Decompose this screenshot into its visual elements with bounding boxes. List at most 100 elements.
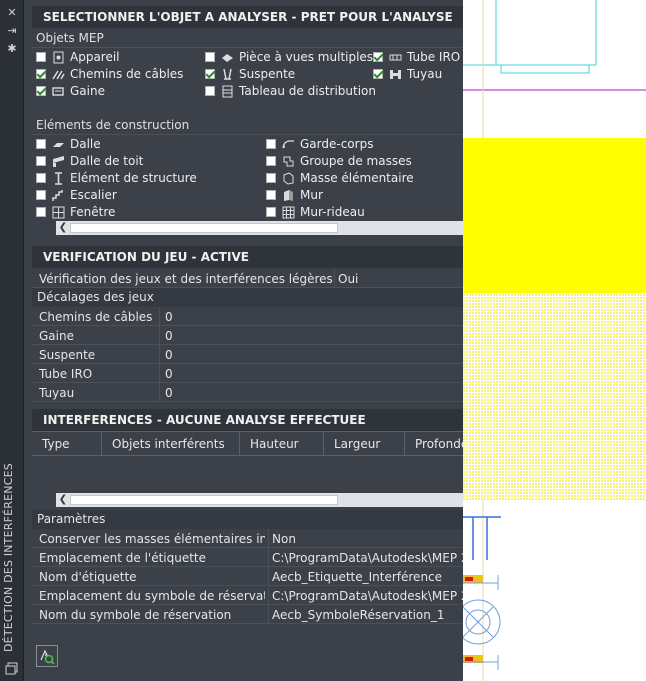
checkbox[interactable] xyxy=(36,207,46,217)
palette-titlebar[interactable]: ✕ ⇥ ✱ DÉTECTION DES INTERFÉRENCES xyxy=(0,0,24,681)
checkbox[interactable] xyxy=(266,173,276,183)
checkbox[interactable] xyxy=(266,207,276,217)
offset-row-suspente[interactable]: Suspente 0 xyxy=(32,345,463,364)
offset-row-chemins-de-cables[interactable]: Chemins de câbles 0 xyxy=(32,307,463,326)
checkbox-item-chemins-de-cables[interactable]: Chemins de câbles xyxy=(36,66,183,82)
offset-value[interactable]: 0 xyxy=(165,348,173,362)
parameter-row-2[interactable]: Emplacement de l'étiquette C:\ProgramData… xyxy=(32,548,463,567)
checkbox-item-fenetre[interactable]: Fenêtre xyxy=(36,204,115,220)
scroll-left-icon[interactable]: ❮ xyxy=(56,493,70,507)
scroll-thumb[interactable] xyxy=(70,495,338,505)
checkbox-item-tube-iro[interactable]: Tube IRO xyxy=(373,49,460,65)
checkbox-label: Fenêtre xyxy=(70,205,116,219)
parameter-label: Nom du symbole de réservation xyxy=(39,608,232,622)
checkbox[interactable] xyxy=(373,69,383,79)
scroll-thumb[interactable] xyxy=(70,223,338,233)
column-divider xyxy=(334,269,335,288)
checkbox[interactable] xyxy=(36,69,46,79)
checkbox-item-tuyau[interactable]: Tuyau xyxy=(373,66,442,82)
checkbox-item-groupe-de-masses[interactable]: Groupe de masses xyxy=(266,153,412,169)
checkbox-item-mur[interactable]: Mur xyxy=(266,187,323,203)
parameter-row-1[interactable]: Conserver les masses élémentaires interf… xyxy=(32,529,463,548)
column-header-type[interactable]: Type xyxy=(32,432,102,457)
section-interference-header[interactable]: INTERFERENCES - AUCUNE ANALYSE EFFECTUEE xyxy=(32,409,463,431)
checkbox[interactable] xyxy=(36,156,46,166)
offset-row-tuyau[interactable]: Tuyau 0 xyxy=(32,383,463,402)
checkbox[interactable] xyxy=(373,52,383,62)
column-header-width[interactable]: Largeur xyxy=(324,432,405,457)
checkbox[interactable] xyxy=(205,69,215,79)
offset-label: Chemins de câbles xyxy=(39,310,153,324)
window-icon xyxy=(52,206,65,218)
checkbox-item-appareil[interactable]: Appareil xyxy=(36,49,120,65)
checkbox[interactable] xyxy=(36,52,46,62)
checkbox-label: Tableau de distribution xyxy=(239,84,377,98)
checkbox-label: Suspente xyxy=(239,67,296,81)
checkbox-item-escalier[interactable]: Escalier xyxy=(36,187,117,203)
auto-hide-icon[interactable]: ⇥ xyxy=(5,24,19,38)
section-clearance-header[interactable]: VERIFICATION DU JEU - ACTIVE xyxy=(32,246,463,268)
checkbox[interactable] xyxy=(266,139,276,149)
checkbox-item-element-de-structure[interactable]: Elément de structure xyxy=(36,170,197,186)
divider xyxy=(32,47,463,48)
checkbox[interactable] xyxy=(36,190,46,200)
parameter-row-4[interactable]: Emplacement du symbole de réservation C:\… xyxy=(32,586,463,605)
parameter-row-3[interactable]: Nom d'étiquette Aecb_Etiquette_Interféren… xyxy=(32,567,463,586)
checkbox-label: Masse élémentaire xyxy=(300,171,414,185)
offset-value[interactable]: 0 xyxy=(165,329,173,343)
offset-row-gaine[interactable]: Gaine 0 xyxy=(32,326,463,345)
column-header-height[interactable]: Hauteur xyxy=(240,432,324,457)
parameter-label: Nom d'étiquette xyxy=(39,570,137,584)
checkbox[interactable] xyxy=(205,52,215,62)
interference-table-body[interactable] xyxy=(32,456,463,492)
checkbox-label: Pièce à vues multiples xyxy=(239,50,374,64)
palette-menu-icon[interactable] xyxy=(5,661,19,675)
parameter-value[interactable]: C:\ProgramData\Autodesk\MEP 202 xyxy=(272,589,463,603)
checkbox-item-dalle-de-toit[interactable]: Dalle de toit xyxy=(36,153,143,169)
checkbox-item-masse-elementaire[interactable]: Masse élémentaire xyxy=(266,170,414,186)
checkbox-item-garde-corps[interactable]: Garde-corps xyxy=(266,136,373,152)
close-icon[interactable]: ✕ xyxy=(5,6,19,20)
parameter-value[interactable]: Non xyxy=(272,532,463,546)
table-horizontal-scrollbar[interactable]: ❮ xyxy=(56,493,463,507)
horizontal-scrollbar[interactable]: ❮ xyxy=(56,221,463,235)
scroll-left-icon[interactable]: ❮ xyxy=(56,221,70,235)
offset-value[interactable]: 0 xyxy=(165,310,173,324)
checkbox[interactable] xyxy=(36,86,46,96)
parameter-row-5[interactable]: Nom du symbole de réservation Aecb_Symbol… xyxy=(32,605,463,624)
zoom-to-interference-button[interactable] xyxy=(36,645,58,667)
duct-icon xyxy=(52,86,64,96)
offset-value[interactable]: 0 xyxy=(165,386,173,400)
column-header-depth[interactable]: Profonde xyxy=(405,432,463,457)
checkbox[interactable] xyxy=(205,86,215,96)
clearance-check-row[interactable]: Vérification des jeux et des interférenc… xyxy=(32,269,463,288)
section-select-header[interactable]: SELECTIONNER L'OBJET A ANALYSER - PRET P… xyxy=(32,6,463,28)
checkbox[interactable] xyxy=(36,173,46,183)
checkbox-item-piece-a-vues-multiples[interactable]: Pièce à vues multiples xyxy=(205,49,373,65)
checkbox[interactable] xyxy=(36,139,46,149)
railing-icon xyxy=(282,139,294,148)
slab-icon xyxy=(53,142,64,147)
offset-row-tube-iro[interactable]: Tube IRO 0 xyxy=(32,364,463,383)
column-divider xyxy=(268,548,269,567)
hanger-icon xyxy=(223,68,232,80)
column-divider xyxy=(159,345,160,364)
parameter-value[interactable]: Aecb_Etiquette_Interférence xyxy=(272,570,463,584)
parameter-value[interactable]: C:\ProgramData\Autodesk\MEP 202 xyxy=(272,551,463,565)
checkbox-item-tableau-de-distribution[interactable]: Tableau de distribution xyxy=(205,83,376,99)
checkbox[interactable] xyxy=(266,156,276,166)
checkbox-item-dalle[interactable]: Dalle xyxy=(36,136,101,152)
column-header-objects[interactable]: Objets interférents xyxy=(102,432,240,457)
parameter-value[interactable]: Aecb_SymboleRéservation_1 xyxy=(272,608,463,622)
checkbox[interactable] xyxy=(266,190,276,200)
checkbox-item-gaine[interactable]: Gaine xyxy=(36,83,105,99)
offset-value[interactable]: 0 xyxy=(165,367,173,381)
checkbox-item-suspente[interactable]: Suspente xyxy=(205,66,295,82)
clearance-check-value[interactable]: Oui xyxy=(338,272,358,286)
drawing-canvas[interactable] xyxy=(463,0,646,681)
settings-icon[interactable]: ✱ xyxy=(5,42,19,56)
checkbox-label: Groupe de masses xyxy=(300,154,412,168)
checkbox-label: Chemins de câbles xyxy=(70,67,184,81)
checkbox-item-mur-rideau[interactable]: Mur-rideau xyxy=(266,204,365,220)
device-icon xyxy=(53,51,64,63)
